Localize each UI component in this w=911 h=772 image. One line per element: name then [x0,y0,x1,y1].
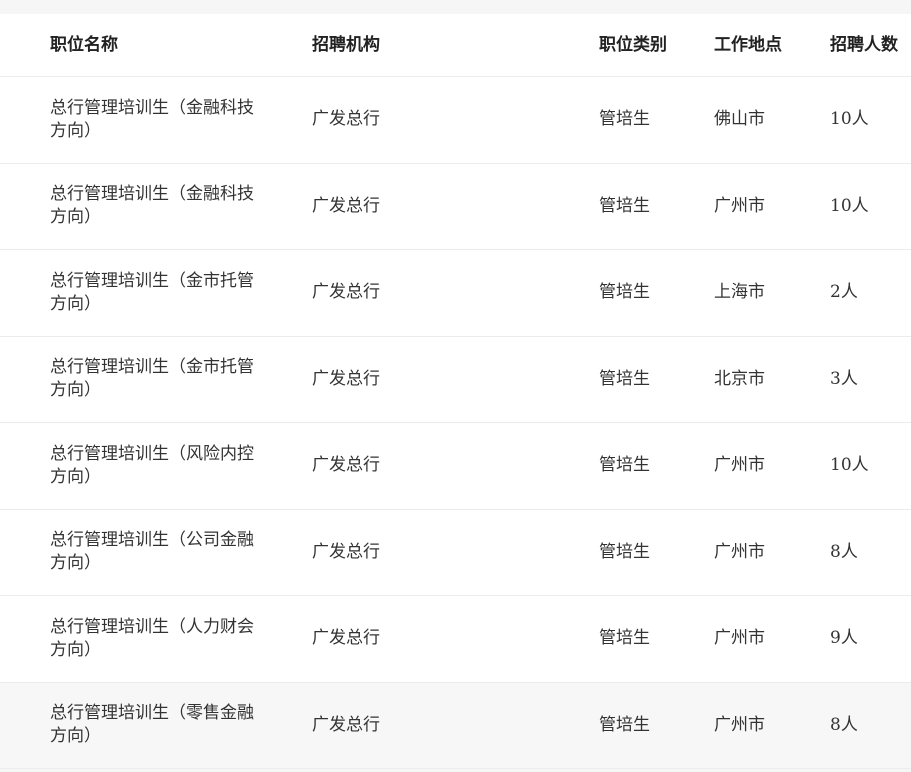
work-location-cell: 广州市 [714,195,765,216]
work-location-cell: 北京市 [714,368,765,389]
position-type-cell: 管培生 [599,195,650,216]
position-name-cell[interactable]: 总行管理培训生（金市托管方向） [50,250,280,336]
table-row[interactable]: 总行管理培训生（零售金融方向） 广发总行 管培生 广州市 8人 [0,682,911,769]
page: 职位名称 招聘机构 职位类别 工作地点 招聘人数 总行管理培训生（金融科技方向）… [0,0,911,772]
table-header-row: 职位名称 招聘机构 职位类别 工作地点 招聘人数 [0,14,911,77]
work-location-cell: 上海市 [714,282,765,303]
header-position-type: 职位类别 [599,34,667,55]
table-row[interactable]: 总行管理培训生（人力财会方向） 广发总行 管培生 广州市 9人 [0,596,911,683]
position-type-cell: 管培生 [599,714,650,735]
headcount-cell: 9人 [830,628,858,649]
organization-cell: 广发总行 [312,541,380,562]
headcount-cell: 10人 [830,195,869,216]
position-name-cell[interactable]: 总行管理培训生（金融科技方向） [50,77,280,163]
position-type-cell: 管培生 [599,628,650,649]
job-table: 职位名称 招聘机构 职位类别 工作地点 招聘人数 总行管理培训生（金融科技方向）… [0,14,911,769]
table-row[interactable]: 总行管理培训生（金市托管方向） 广发总行 管培生 上海市 2人 [0,250,911,337]
headcount-cell: 8人 [830,714,858,735]
table-row[interactable]: 总行管理培训生（金融科技方向） 广发总行 管培生 佛山市 10人 [0,77,911,164]
headcount-cell: 2人 [830,282,858,303]
position-name-link[interactable]: 总行管理培训生（风险内控方向） [50,443,270,489]
position-name-cell[interactable]: 总行管理培训生（风险内控方向） [50,423,280,509]
header-work-location: 工作地点 [714,34,782,55]
table-row[interactable]: 总行管理培训生（风险内控方向） 广发总行 管培生 广州市 10人 [0,423,911,510]
header-headcount: 招聘人数 [830,34,898,55]
organization-cell: 广发总行 [312,109,380,130]
position-type-cell: 管培生 [599,282,650,303]
organization-cell: 广发总行 [312,282,380,303]
position-name-link[interactable]: 总行管理培训生（人力财会方向） [50,616,270,662]
position-name-link[interactable]: 总行管理培训生（金市托管方向） [50,270,270,316]
table-row[interactable]: 总行管理培训生（金融科技方向） 广发总行 管培生 广州市 10人 [0,163,911,250]
position-type-cell: 管培生 [599,541,650,562]
work-location-cell: 广州市 [714,455,765,476]
table-row[interactable]: 总行管理培训生（公司金融方向） 广发总行 管培生 广州市 8人 [0,509,911,596]
work-location-cell: 广州市 [714,541,765,562]
organization-cell: 广发总行 [312,368,380,389]
work-location-cell: 广州市 [714,628,765,649]
work-location-cell: 广州市 [714,714,765,735]
headcount-cell: 3人 [830,368,858,389]
position-type-cell: 管培生 [599,109,650,130]
position-name-link[interactable]: 总行管理培训生（零售金融方向） [50,702,270,748]
position-name-cell[interactable]: 总行管理培训生（零售金融方向） [50,683,280,769]
position-name-cell[interactable]: 总行管理培训生（人力财会方向） [50,596,280,682]
position-name-cell[interactable]: 总行管理培训生（金市托管方向） [50,337,280,423]
work-location-cell: 佛山市 [714,109,765,130]
headcount-cell: 8人 [830,541,858,562]
headcount-cell: 10人 [830,455,869,476]
position-type-cell: 管培生 [599,455,650,476]
position-name-link[interactable]: 总行管理培训生（金融科技方向） [50,97,270,143]
headcount-cell: 10人 [830,109,869,130]
position-name-cell[interactable]: 总行管理培训生（金融科技方向） [50,164,280,250]
header-organization: 招聘机构 [312,34,380,55]
organization-cell: 广发总行 [312,628,380,649]
position-name-cell[interactable]: 总行管理培训生（公司金融方向） [50,510,280,596]
header-position-name: 职位名称 [50,34,118,55]
position-name-link[interactable]: 总行管理培训生（金市托管方向） [50,356,270,402]
organization-cell: 广发总行 [312,455,380,476]
position-name-link[interactable]: 总行管理培训生（公司金融方向） [50,529,270,575]
table-row[interactable]: 总行管理培训生（金市托管方向） 广发总行 管培生 北京市 3人 [0,336,911,423]
position-name-link[interactable]: 总行管理培训生（金融科技方向） [50,183,270,229]
organization-cell: 广发总行 [312,714,380,735]
position-type-cell: 管培生 [599,368,650,389]
organization-cell: 广发总行 [312,195,380,216]
